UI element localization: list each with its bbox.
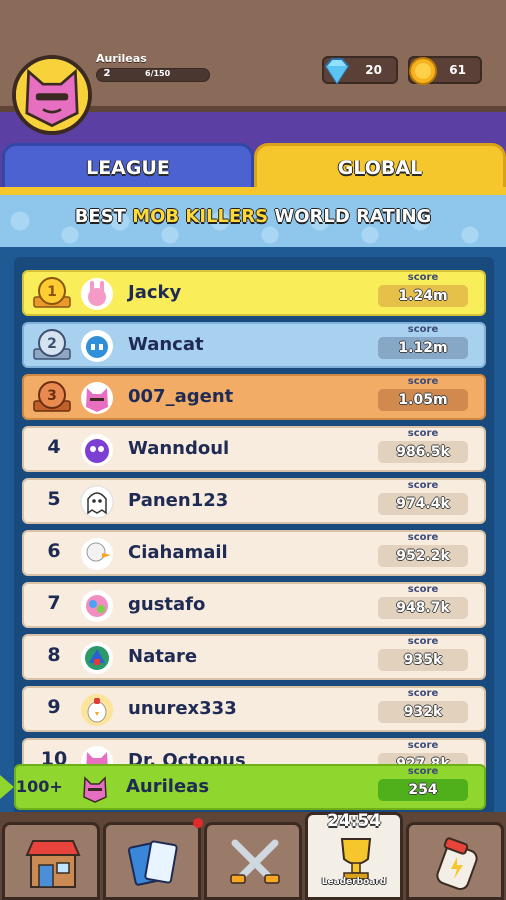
table-row[interactable]: 7 gustafo score 948.7k: [22, 582, 486, 628]
score-value: 974.4k: [378, 493, 468, 515]
tab-underline: [0, 187, 506, 195]
shop-icon: [25, 840, 81, 888]
rank-number: 6: [47, 540, 61, 562]
table-row[interactable]: 6 Ciahamail score 952.2k: [22, 530, 486, 576]
rank-number: 7: [47, 592, 61, 614]
table-row[interactable]: 5 Panen123 score 974.4k: [22, 478, 486, 524]
rank-number: 9: [47, 696, 61, 718]
xp-progress-text: 6/150: [145, 69, 171, 78]
coins-value: 61: [449, 63, 466, 77]
coins-counter[interactable]: 61: [408, 56, 482, 85]
player-name: unurex333: [128, 698, 237, 719]
table-row[interactable]: 3 007_agent score 1.05m: [22, 374, 486, 420]
score-label: score: [407, 428, 439, 439]
season-timer: 24:54: [326, 811, 382, 831]
score-value: 1.24m: [378, 285, 468, 307]
rank-number: 100+: [16, 777, 63, 796]
banner-prefix: BEST: [74, 206, 133, 227]
nav-leaderboard[interactable]: 24:54 Leaderboard: [305, 811, 403, 900]
colorful-monster-avatar-icon: [81, 590, 113, 622]
gems-value: 20: [365, 63, 382, 77]
nav-cards[interactable]: [103, 822, 201, 900]
chicken-avatar-icon: [81, 694, 113, 726]
player-name: Wancat: [128, 334, 204, 355]
svg-text:3: 3: [47, 388, 57, 404]
player-name: Panen123: [128, 490, 229, 511]
score-value: 1.05m: [378, 389, 468, 411]
table-row[interactable]: 8 Natare score 935k: [22, 634, 486, 680]
rank-number: 4: [47, 436, 61, 458]
player-level: 2: [103, 68, 111, 79]
player-name: Aurileas: [126, 776, 210, 797]
table-row[interactable]: 9 unurex333 score 932k: [22, 686, 486, 732]
nav-leaderboard-label: Leaderboard: [321, 877, 387, 887]
cards-icon: [127, 840, 178, 886]
bunny-avatar-icon: [81, 278, 113, 310]
nav-shop[interactable]: [2, 822, 100, 900]
pink-cat-avatar-icon: [16, 59, 88, 131]
score-label: score: [407, 584, 439, 595]
banner-title: BEST MOB KILLERS WORLD RATING: [0, 206, 506, 227]
svg-text:2: 2: [47, 336, 57, 352]
notification-dot: [193, 818, 203, 828]
potion-icon: [436, 837, 478, 891]
player-name: Wanndoul: [128, 438, 230, 459]
pink-cat-avatar-icon: [81, 382, 113, 414]
tab-global[interactable]: GLOBAL: [254, 143, 506, 187]
player-avatar[interactable]: [12, 55, 92, 135]
score-label: score: [407, 740, 439, 751]
score-label: score: [407, 766, 439, 777]
level-progress-bar: 2 6/150: [96, 68, 210, 82]
tab-league[interactable]: LEAGUE: [2, 143, 254, 187]
score-label: score: [407, 376, 439, 387]
player-name: Aurileas: [96, 52, 147, 65]
blue-cat-avatar-icon: [81, 330, 113, 362]
nav-potions[interactable]: [406, 822, 504, 900]
duck-avatar-icon: [81, 538, 113, 570]
score-label: score: [407, 324, 439, 335]
score-label: score: [407, 636, 439, 647]
player-name: Natare: [128, 646, 198, 667]
score-value: 948.7k: [378, 597, 468, 619]
purple-monster-avatar-icon: [81, 434, 113, 466]
rank-number: 5: [47, 488, 61, 510]
score-label: score: [407, 688, 439, 699]
diamond-icon: [324, 58, 350, 85]
score-value: 932k: [378, 701, 468, 723]
gems-counter[interactable]: 20: [322, 56, 398, 85]
crossed-swords-icon: [230, 839, 280, 884]
player-name: Jacky: [128, 282, 182, 303]
ghost-avatar-icon: [80, 485, 114, 519]
table-row[interactable]: 1 Jacky score 1.24m: [22, 270, 486, 316]
player-name: Ciahamail: [128, 542, 228, 563]
player-name: gustafo: [128, 594, 206, 615]
silver-medal-icon: 2: [33, 329, 71, 360]
svg-text:1: 1: [47, 284, 57, 300]
coin-icon: [409, 57, 437, 85]
pink-cat-avatar-icon: [79, 772, 111, 804]
player-name: 007_agent: [128, 386, 234, 407]
bronze-medal-icon: 3: [33, 381, 71, 412]
table-row[interactable]: 4 Wanndoul score 986.5k: [22, 426, 486, 472]
gold-medal-icon: 1: [33, 277, 71, 308]
nav-battle[interactable]: [204, 822, 302, 900]
score-value: 1.12m: [378, 337, 468, 359]
current-player-pointer: [0, 775, 14, 799]
score-value: 935k: [378, 649, 468, 671]
current-player-row[interactable]: 100+ Aurileas score 254: [14, 764, 486, 810]
banner-suffix: WORLD RATING: [268, 206, 432, 227]
table-row[interactable]: 2 Wancat score 1.12m: [22, 322, 486, 368]
rank-number: 8: [47, 644, 61, 666]
blue-creature-avatar-icon: [81, 642, 113, 674]
score-label: score: [407, 272, 439, 283]
score-value: 952.2k: [378, 545, 468, 567]
banner-highlight: MOB KILLERS: [132, 206, 269, 227]
score-label: score: [407, 480, 439, 491]
score-value: 986.5k: [378, 441, 468, 463]
score-value: 254: [378, 779, 468, 801]
score-label: score: [407, 532, 439, 543]
rating-banner: BEST MOB KILLERS WORLD RATING: [0, 195, 506, 247]
